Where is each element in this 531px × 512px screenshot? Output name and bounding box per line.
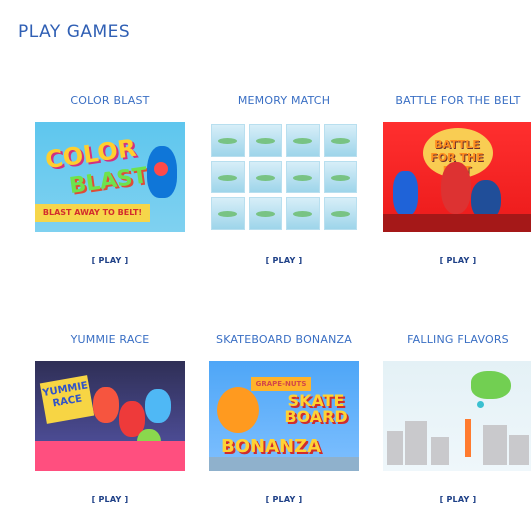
thumbnail-logo-text: YUMMIE RACE: [39, 375, 95, 424]
memory-tile: [323, 197, 357, 230]
game-thumbnail[interactable]: [209, 122, 359, 232]
game-title: SKATEBOARD BONANZA: [216, 333, 352, 346]
thumbnail-text: BONANZA: [221, 436, 322, 457]
game-title: COLOR BLAST: [70, 94, 150, 107]
race-track: [35, 441, 185, 471]
thumbnail-strip-text: BLAST AWAY TO BELT!: [35, 204, 150, 222]
building-shape: [431, 437, 449, 465]
falling-drop: [477, 401, 484, 408]
memory-tile: [286, 124, 320, 157]
games-grid: COLOR BLAST COLOR BLAST! BLAST AWAY TO B…: [0, 0, 531, 512]
play-link[interactable]: [ PLAY ]: [266, 495, 303, 504]
game-title: FALLING FLAVORS: [407, 333, 509, 346]
game-card-falling-flavors: FALLING FLAVORS [ PLAY ]: [378, 333, 531, 506]
building-shape: [483, 425, 507, 465]
thumbnail-text: SKATE BOARD: [284, 391, 348, 426]
character-face: [154, 162, 168, 176]
street-ground: [209, 457, 359, 471]
game-thumbnail[interactable]: COLOR BLAST! BLAST AWAY TO BELT!: [35, 122, 185, 232]
play-link[interactable]: [ PLAY ]: [440, 256, 477, 265]
memory-tile: [323, 160, 357, 194]
memory-tile: [248, 160, 282, 194]
game-card-battle-for-the-belt: BATTLE FOR THE BELT BATTLE FOR THE BELT …: [378, 94, 531, 267]
game-title: YUMMIE RACE: [70, 333, 150, 346]
game-title: BATTLE FOR THE BELT: [395, 94, 521, 107]
city-skyline: [383, 417, 531, 465]
game-card-color-blast: COLOR BLAST COLOR BLAST! BLAST AWAY TO B…: [30, 94, 190, 267]
memory-tile: [323, 124, 357, 157]
memory-tile: [248, 124, 282, 157]
character-illustration: [93, 387, 119, 423]
character-illustration: [217, 387, 259, 433]
play-link[interactable]: [ PLAY ]: [440, 495, 477, 504]
memory-tile: [286, 160, 320, 194]
game-card-memory-match: MEMORY MATCH [ PLAY ]: [204, 94, 364, 267]
game-thumbnail[interactable]: GRAPE-NUTS SKATE BOARD BONANZA: [209, 361, 359, 471]
game-thumbnail[interactable]: BATTLE FOR THE BELT: [383, 122, 531, 232]
character-illustration: [471, 371, 511, 399]
game-thumbnail[interactable]: YUMMIE RACE: [35, 361, 185, 471]
play-link[interactable]: [ PLAY ]: [92, 256, 129, 265]
building-shape: [387, 431, 403, 465]
play-link[interactable]: [ PLAY ]: [266, 256, 303, 265]
game-thumbnail[interactable]: [383, 361, 531, 471]
play-link[interactable]: [ PLAY ]: [92, 495, 129, 504]
memory-tile: [211, 160, 245, 194]
memory-tile: [211, 197, 245, 230]
character-illustration: [441, 162, 471, 214]
stage-floor: [383, 214, 531, 232]
game-card-yummie-race: YUMMIE RACE YUMMIE RACE [ PLAY ]: [30, 333, 190, 506]
game-title: MEMORY MATCH: [237, 94, 331, 107]
memory-tile: [286, 197, 320, 230]
flavor-tube: [465, 419, 471, 457]
memory-tile: [211, 124, 245, 157]
game-card-skateboard-bonanza: SKATEBOARD BONANZA GRAPE-NUTS SKATE BOAR…: [204, 333, 364, 506]
character-illustration: [393, 171, 418, 216]
building-shape: [509, 435, 529, 465]
character-illustration: [145, 389, 171, 423]
thumbnail-sign-text: GRAPE-NUTS: [251, 377, 311, 391]
memory-tile: [248, 197, 282, 230]
building-shape: [405, 421, 427, 465]
